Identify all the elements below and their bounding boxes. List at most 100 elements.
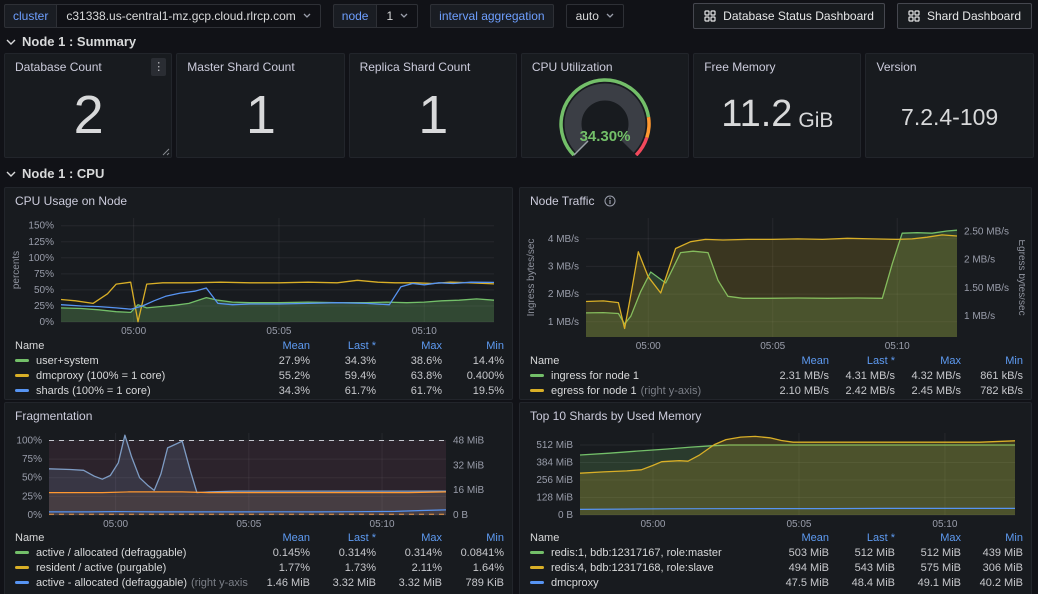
- legend-column[interactable]: Max: [895, 532, 961, 544]
- legend-row: dmcproxy47.5 MiB48.4 MiB49.1 MiB40.2 MiB: [530, 575, 1023, 590]
- legend-column[interactable]: Mean: [248, 340, 310, 352]
- legend-series-label[interactable]: ingress for node 1: [530, 370, 767, 382]
- free-memory-value: 11.2GiB: [694, 78, 860, 151]
- legend-stat-value: 2.42 MB/s: [829, 385, 895, 397]
- legend-stat-value: 0.0841%: [442, 547, 504, 559]
- master-shard-count-value: 1: [177, 78, 343, 151]
- summary-panels-row: Database Count ⋮ 2 Master Shard Count 1 …: [0, 53, 1038, 158]
- panel-title[interactable]: CPU Usage on Node: [15, 194, 127, 208]
- panel-title[interactable]: Database Count: [15, 60, 102, 74]
- svg-text:128 MiB: 128 MiB: [536, 493, 573, 504]
- legend-series-label[interactable]: resident / active (purgable): [15, 562, 248, 574]
- legend-stat-value: 3.32 MiB: [310, 577, 376, 589]
- legend-series-label[interactable]: redis:4, bdb:12317168, role:slave: [530, 562, 767, 574]
- panel-title[interactable]: Master Shard Count: [187, 60, 294, 74]
- legend-series-label[interactable]: egress for node 1(right y-axis): [530, 385, 767, 397]
- legend-column[interactable]: Min: [442, 532, 504, 544]
- legend-stat-value: 782 kB/s: [961, 385, 1023, 397]
- cpu-usage-chart[interactable]: 0%25%50%75%100%125%150%05:0005:0505:10pe…: [5, 210, 512, 338]
- legend-column[interactable]: Min: [961, 532, 1023, 544]
- svg-text:256 MiB: 256 MiB: [536, 475, 573, 486]
- svg-text:48 MiB: 48 MiB: [453, 435, 484, 446]
- legend-column-name[interactable]: Name: [15, 340, 248, 352]
- svg-text:3 MB/s: 3 MB/s: [548, 261, 579, 272]
- node-variable-label: node: [333, 4, 378, 28]
- legend-stat-value: 2.31 MB/s: [767, 370, 829, 382]
- panel-title[interactable]: Node Traffic: [530, 194, 594, 208]
- cluster-variable-select[interactable]: c31338.us-central1-mz.gcp.cloud.rlrcp.co…: [56, 4, 320, 28]
- legend-series-label[interactable]: active / allocated (defraggable): [15, 547, 248, 559]
- node-variable-select[interactable]: 1: [376, 4, 418, 28]
- svg-text:25%: 25%: [22, 491, 42, 502]
- legend-column[interactable]: Max: [895, 355, 961, 367]
- legend-stat-value: 1.64%: [442, 562, 504, 574]
- legend-stat-value: 789 KiB: [442, 577, 504, 589]
- legend-series-label[interactable]: user+system: [15, 355, 248, 367]
- svg-text:512 MiB: 512 MiB: [536, 440, 573, 451]
- free-memory-unit: GiB: [798, 109, 833, 133]
- chevron-down-icon: [400, 13, 408, 18]
- svg-text:4 MB/s: 4 MB/s: [548, 234, 579, 245]
- legend-series-label[interactable]: redis:1, bdb:12317167, role:master: [530, 547, 767, 559]
- panel-title[interactable]: CPU Utilization: [532, 60, 613, 74]
- svg-text:50%: 50%: [34, 285, 54, 296]
- legend-column-name[interactable]: Name: [530, 532, 767, 544]
- node-traffic-chart[interactable]: 1 MB/s2 MB/s3 MB/s4 MB/s1 MB/s1.50 MB/s2…: [520, 210, 1031, 353]
- cpu-utilization-gauge: 34.30%: [522, 76, 688, 156]
- legend-stat-value: 61.7%: [310, 385, 376, 397]
- node-variable-value: 1: [386, 9, 393, 23]
- legend-series-label[interactable]: shards (100% = 1 core): [15, 385, 248, 397]
- legend-column[interactable]: Last *: [310, 532, 376, 544]
- series-color-swatch: [15, 551, 29, 554]
- legend-stat-value: 1.77%: [248, 562, 310, 574]
- legend-stat-value: 3.32 MiB: [376, 577, 442, 589]
- legend-column[interactable]: Mean: [767, 355, 829, 367]
- legend-column[interactable]: Mean: [248, 532, 310, 544]
- info-icon[interactable]: [604, 195, 616, 207]
- legend-column[interactable]: Last *: [829, 532, 895, 544]
- database-status-dashboard-button[interactable]: Database Status Dashboard: [693, 3, 885, 29]
- fragmentation-chart[interactable]: 0%25%50%75%100%0 B16 MiB32 MiB48 MiB05:0…: [5, 425, 512, 530]
- legend-column[interactable]: Mean: [767, 532, 829, 544]
- legend-series-label[interactable]: dmcproxy (100% = 1 core): [15, 370, 248, 382]
- svg-text:150%: 150%: [28, 221, 54, 232]
- legend-row: dmcproxy (100% = 1 core)55.2%59.4%63.8%0…: [15, 368, 504, 383]
- panel-title[interactable]: Top 10 Shards by Used Memory: [530, 409, 701, 423]
- aggregation-select[interactable]: auto: [566, 4, 624, 28]
- legend-column-name[interactable]: Name: [530, 355, 767, 367]
- resize-handle[interactable]: [161, 147, 170, 156]
- cluster-variable-value: c31338.us-central1-mz.gcp.cloud.rlrcp.co…: [66, 9, 295, 23]
- series-color-swatch: [530, 389, 544, 392]
- kebab-menu-icon[interactable]: ⋮: [151, 58, 166, 76]
- legend-column[interactable]: Min: [442, 340, 504, 352]
- top-shards-memory-legend: NameMeanLast *MaxMin redis:1, bdb:1231716…: [520, 530, 1031, 590]
- node-traffic-legend: NameMeanLast *MaxMiningress for node 12.…: [520, 353, 1031, 398]
- legend-row: active / allocated (defraggable)0.145%0.…: [15, 545, 504, 560]
- legend-column[interactable]: Max: [376, 532, 442, 544]
- panel-title[interactable]: Fragmentation: [15, 409, 92, 423]
- legend-series-label[interactable]: dmcproxy: [530, 577, 767, 589]
- row-header-cpu[interactable]: Node 1 : CPU: [0, 163, 1038, 185]
- legend-column[interactable]: Max: [376, 340, 442, 352]
- series-color-swatch: [530, 551, 544, 554]
- panel-title[interactable]: Free Memory: [704, 60, 775, 74]
- panel-title[interactable]: Version: [876, 60, 916, 74]
- legend-stat-value: 512 MiB: [829, 547, 895, 559]
- legend-column-name[interactable]: Name: [15, 532, 248, 544]
- legend-series-label[interactable]: active - allocated (defraggable)(right y…: [15, 577, 248, 589]
- svg-text:05:10: 05:10: [932, 519, 957, 530]
- legend-stat-value: 47.5 MiB: [767, 577, 829, 589]
- svg-text:384 MiB: 384 MiB: [536, 458, 573, 469]
- series-color-swatch: [530, 566, 544, 569]
- legend-column[interactable]: Min: [961, 355, 1023, 367]
- legend-column[interactable]: Last *: [829, 355, 895, 367]
- panel-title[interactable]: Replica Shard Count: [360, 60, 471, 74]
- top-shards-memory-chart[interactable]: 0 B128 MiB256 MiB384 MiB512 MiB05:0005:0…: [520, 425, 1031, 530]
- legend-stat-value: 2.45 MB/s: [895, 385, 961, 397]
- shard-dashboard-button[interactable]: Shard Dashboard: [897, 3, 1032, 29]
- row-header-summary[interactable]: Node 1 : Summary: [0, 31, 1038, 53]
- series-color-swatch: [530, 374, 544, 377]
- legend-column[interactable]: Last *: [310, 340, 376, 352]
- series-color-swatch: [15, 359, 29, 362]
- legend-stat-value: 55.2%: [248, 370, 310, 382]
